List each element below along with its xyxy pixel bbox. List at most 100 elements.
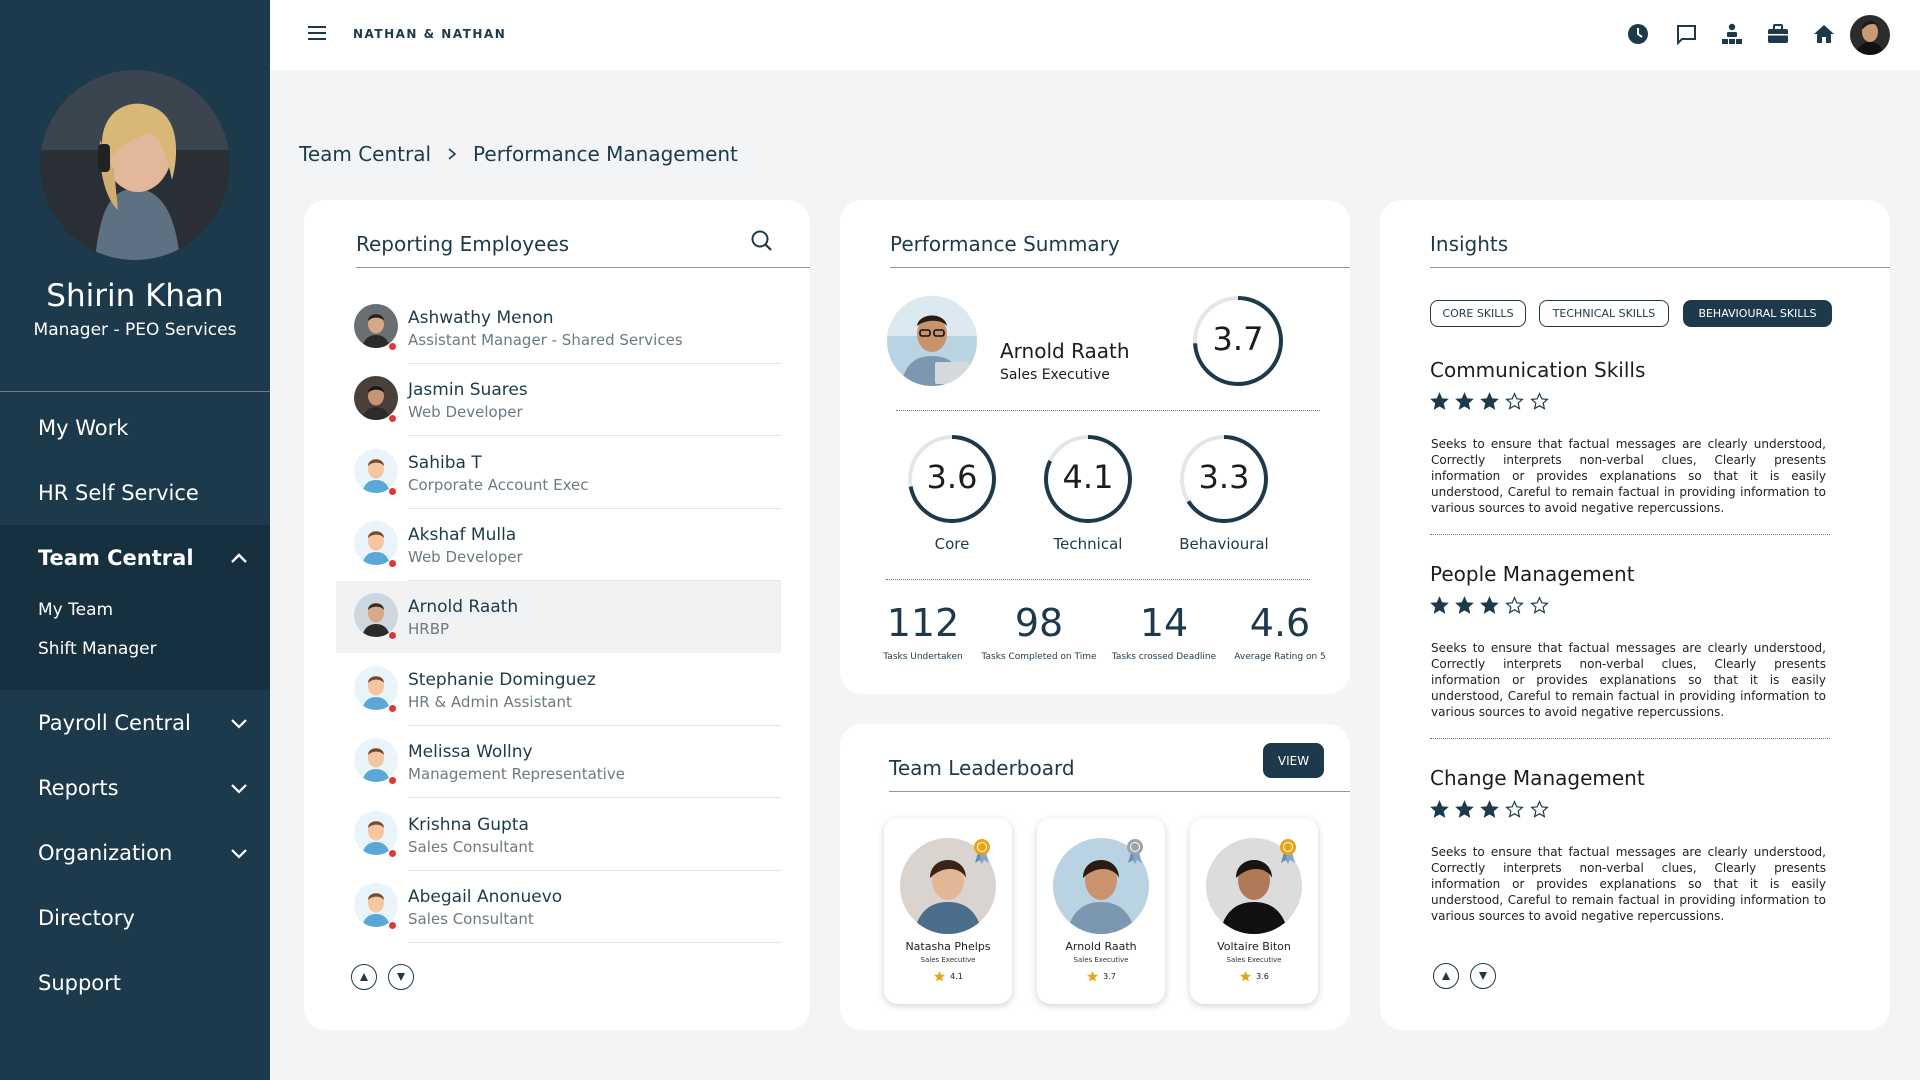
nav-team-central[interactable]: Team Central xyxy=(0,525,270,590)
nav-label: Directory xyxy=(38,905,135,930)
employee-role: Web Developer xyxy=(408,403,523,421)
employee-name: Akshaf Mulla xyxy=(408,525,517,545)
nav-reports[interactable]: Reports xyxy=(0,755,270,820)
sidebar: Shirin Khan Manager - PEO Services My Wo… xyxy=(0,0,270,1080)
medal-icon xyxy=(1280,839,1296,864)
chip-behavioural-skills[interactable]: BEHAVIOURAL SKILLS xyxy=(1683,300,1832,327)
leaderboard-card[interactable]: Voltaire Biton Sales Executive 3.6 xyxy=(1190,818,1318,1004)
nav-payroll-central[interactable]: Payroll Central xyxy=(0,690,270,755)
leader-score: 3.6 xyxy=(1190,970,1318,983)
star-rating xyxy=(1430,800,1549,819)
briefcase-icon[interactable] xyxy=(1766,22,1790,46)
star-icon xyxy=(1240,971,1252,982)
chevron-up-icon[interactable] xyxy=(228,547,250,569)
scroll-down-button[interactable] xyxy=(388,964,414,990)
chip-technical-skills[interactable]: TECHNICAL SKILLS xyxy=(1539,300,1669,327)
summary-divider xyxy=(896,410,1320,411)
stat-label: Average Rating on 5 xyxy=(1234,652,1326,662)
nav-hr-self-service[interactable]: HR Self Service xyxy=(0,460,270,525)
chevron-down-icon[interactable] xyxy=(228,777,250,799)
nav-label: Support xyxy=(38,970,122,995)
stat-value: 98 xyxy=(1014,601,1064,645)
brand-name[interactable]: NATHAN & NATHAN xyxy=(353,27,506,41)
employee-name: Stephanie Dominguez xyxy=(408,670,596,690)
employee-role: Corporate Account Exec xyxy=(408,476,589,494)
insight-description: Seeks to ensure that factual messages ar… xyxy=(1431,845,1826,923)
employee-row[interactable]: Sahiba T Corporate Account Exec xyxy=(336,437,781,509)
scroll-up-button[interactable] xyxy=(351,964,377,990)
employee-name: Melissa Wollny xyxy=(408,742,533,762)
card-divider xyxy=(890,267,1350,268)
status-dot xyxy=(388,776,397,785)
status-dot xyxy=(388,849,397,858)
chevron-down-icon[interactable] xyxy=(228,842,250,864)
leaderboard-card[interactable]: Arnold Raath Sales Executive 3.7 xyxy=(1037,818,1165,1004)
clock-icon[interactable] xyxy=(1626,22,1650,46)
star-icon xyxy=(1087,971,1099,982)
employee-row[interactable]: Stephanie Dominguez HR & Admin Assistant xyxy=(336,654,781,726)
nav-directory[interactable]: Directory xyxy=(0,885,270,950)
star-empty-icon xyxy=(1530,800,1549,818)
employee-row[interactable]: Abegail Anonuevo Sales Consultant xyxy=(336,871,781,943)
nav-sub-my-team[interactable]: My Team xyxy=(0,590,270,629)
insight-divider xyxy=(1430,534,1830,535)
card-divider xyxy=(889,791,1350,792)
star-filled-icon xyxy=(1480,800,1499,818)
row-divider xyxy=(408,797,781,798)
star-filled-icon xyxy=(1480,596,1499,614)
status-dot xyxy=(388,921,397,930)
skill-ring-value: 4.1 xyxy=(1062,458,1114,496)
leader-role: Sales Executive xyxy=(1073,956,1129,964)
leader-score: 3.7 xyxy=(1037,970,1165,983)
user-avatar[interactable] xyxy=(1850,15,1890,55)
medal-icon xyxy=(1127,839,1143,864)
profile-avatar[interactable] xyxy=(40,70,230,260)
leader-name: Arnold Raath xyxy=(1065,940,1137,953)
leader-name: Natasha Phelps xyxy=(905,940,991,953)
insight-title: Change Management xyxy=(1430,766,1645,790)
chat-icon[interactable] xyxy=(1674,22,1698,46)
scroll-down-button[interactable] xyxy=(1470,963,1496,989)
insights-title: Insights xyxy=(1430,232,1509,256)
employee-row[interactable]: Arnold Raath HRBP xyxy=(336,581,781,653)
nav-my-work[interactable]: My Work xyxy=(0,395,270,460)
nav-support[interactable]: Support xyxy=(0,950,270,1015)
nav-label: Team Central xyxy=(38,545,194,570)
employee-row[interactable]: Melissa Wollny Management Representative xyxy=(336,726,781,798)
employee-row[interactable]: Jasmin Suares Web Developer xyxy=(336,364,781,436)
insight-title: People Management xyxy=(1430,562,1635,586)
nav-label: My Work xyxy=(38,415,129,440)
star-icon xyxy=(934,971,946,982)
star-empty-icon xyxy=(1505,392,1524,410)
nav-sub-label: Shift Manager xyxy=(38,638,157,659)
chevron-down-icon[interactable] xyxy=(228,712,250,734)
breadcrumb-current: Performance Management xyxy=(473,142,738,166)
card-divider xyxy=(356,267,810,268)
org-chart-icon[interactable] xyxy=(1720,22,1744,46)
leader-role: Sales Executive xyxy=(920,956,976,964)
team-leaderboard-title: Team Leaderboard xyxy=(889,756,1075,780)
nav-label: HR Self Service xyxy=(38,480,199,505)
insight-description: Seeks to ensure that factual messages ar… xyxy=(1431,641,1826,719)
insight-divider xyxy=(1430,738,1830,739)
hamburger-menu-icon[interactable] xyxy=(308,26,326,40)
chip-core-skills[interactable]: CORE SKILLS xyxy=(1430,300,1526,327)
nav-sub-shift-manager[interactable]: Shift Manager xyxy=(0,629,270,668)
star-filled-icon xyxy=(1455,800,1474,818)
triangle-up-icon xyxy=(360,973,368,981)
leaderboard-card[interactable]: Natasha Phelps Sales Executive 4.1 xyxy=(884,818,1012,1004)
employee-row[interactable]: Ashwathy Menon Assistant Manager - Shared… xyxy=(336,292,781,364)
nav-label: Payroll Central xyxy=(38,710,191,735)
breadcrumb-root[interactable]: Team Central xyxy=(299,142,431,166)
leader-name: Voltaire Biton xyxy=(1217,940,1291,953)
employee-name: Arnold Raath xyxy=(408,597,519,617)
nav-organization[interactable]: Organization xyxy=(0,820,270,885)
home-icon[interactable] xyxy=(1812,22,1836,46)
employee-row[interactable]: Krishna Gupta Sales Consultant xyxy=(336,799,781,871)
search-icon[interactable] xyxy=(750,229,774,253)
view-leaderboard-button[interactable]: VIEW xyxy=(1263,743,1324,778)
nav-label: Organization xyxy=(38,840,173,865)
employee-row[interactable]: Akshaf Mulla Web Developer xyxy=(336,509,781,581)
topbar: NATHAN & NATHAN xyxy=(270,0,1920,70)
scroll-up-button[interactable] xyxy=(1433,963,1459,989)
